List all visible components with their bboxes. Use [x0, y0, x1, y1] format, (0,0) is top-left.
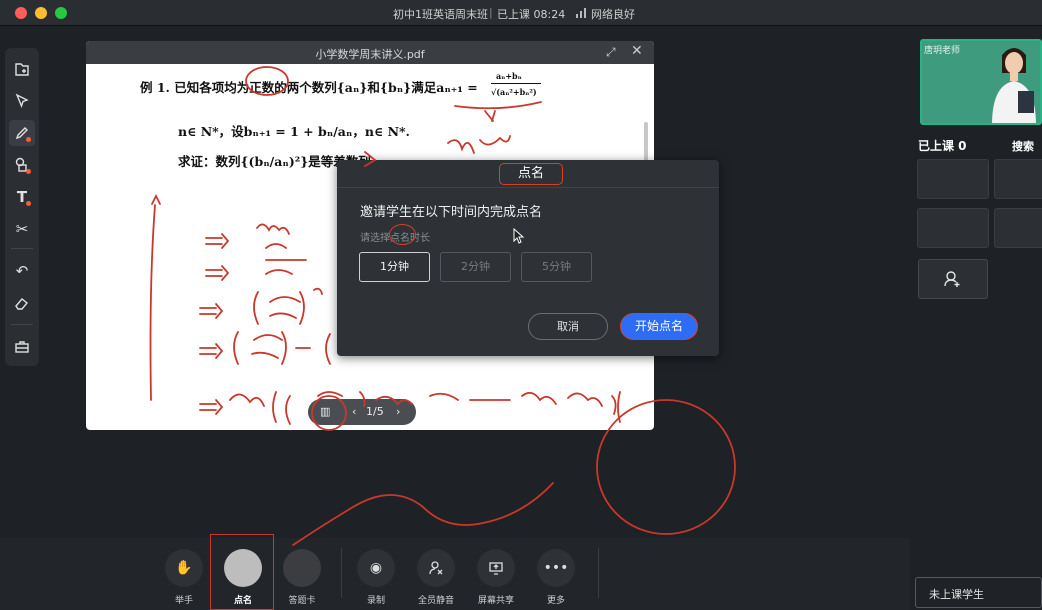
duration-2min-button[interactable]: 2分钟 — [440, 252, 511, 282]
pdf-title-bar: 小学数学周末讲义.pdf ⤢ ✕ — [86, 41, 654, 64]
answer-card-label: 答题卡 — [288, 596, 316, 606]
fraction-denominator: √(aₙ²+bₙ²) — [491, 87, 537, 97]
duration-5min-button[interactable]: 5分钟 — [521, 252, 592, 282]
record-icon: ◉ — [357, 549, 395, 587]
dialog-prompt: 邀请学生在以下时间内完成点名 — [360, 205, 543, 220]
more-label: 更多 — [546, 596, 565, 606]
problem-line-1: 例 1. 已知各项均为正数的两个数列{aₙ}和{bₙ}满足aₙ₊₁ = — [140, 80, 478, 95]
page-navigator: ▥ ‹ 1/5 › — [308, 399, 416, 425]
prev-page-icon[interactable]: ‹ — [352, 405, 356, 418]
screen-share-button[interactable]: 屏幕共享 — [468, 544, 524, 608]
mute-all-icon — [417, 549, 455, 587]
more-button[interactable]: ••• 更多 — [528, 544, 584, 608]
expand-icon[interactable]: ⤢ — [606, 45, 616, 60]
class-title: 初中1班英语周末班 — [393, 8, 488, 21]
not-joined-students-button[interactable]: 未上课学生 — [915, 577, 1042, 608]
cancel-button[interactable]: 取消 — [528, 313, 608, 340]
dialog-title: 点名 — [499, 163, 563, 185]
teacher-avatar — [984, 41, 1040, 123]
pen-icon[interactable] — [9, 120, 35, 146]
raise-hand-icon: ✋ — [165, 549, 203, 587]
pdf-filename: 小学数学周末讲义.pdf — [315, 48, 425, 61]
bottom-control-bar: ✋ 举手 点名 答题卡 ◉ 录制 全员静音 屏幕共享 ••• 更多 — [0, 538, 910, 610]
answer-card-button[interactable]: 答题卡 — [274, 544, 330, 608]
duration-1min-button[interactable]: 1分钟 — [359, 252, 430, 282]
add-user-icon — [944, 271, 960, 287]
annotation-highlight-box — [210, 534, 274, 610]
classroom-app: 初中1班英语周末班 | 已上课 08:24 网络良好 T ✂ ↶ 小学数学周末讲… — [0, 0, 1042, 610]
roll-call-dialog: 点名 邀请学生在以下时间内完成点名 请选择点名时长 1分钟 2分钟 5分钟 取消… — [337, 160, 719, 356]
start-roll-call-button[interactable]: 开始点名 — [620, 313, 698, 340]
minimize-window-button[interactable] — [35, 7, 47, 19]
problem-line-2: n∈ N*，设bₙ₊₁ = 1 + bₙ/aₙ，n∈ N*. — [178, 124, 410, 139]
sidebar-toggle-icon[interactable]: ▥ — [320, 405, 330, 418]
mute-all-label: 全员静音 — [417, 596, 454, 606]
record-button[interactable]: ◉ 录制 — [348, 544, 404, 608]
student-seat[interactable] — [994, 159, 1042, 199]
network-status: 网络良好 — [591, 8, 635, 21]
class-count: 已上课 0 — [918, 139, 967, 153]
undo-icon[interactable]: ↶ — [9, 258, 35, 284]
answer-card-icon — [283, 549, 321, 587]
select-icon[interactable] — [9, 88, 35, 114]
page-indicator: 1/5 — [366, 405, 384, 418]
fraction-numerator: aₙ+bₙ — [496, 71, 522, 81]
record-label: 录制 — [366, 596, 385, 606]
title-separator: | — [489, 6, 493, 19]
raise-hand-button[interactable]: ✋ 举手 — [156, 544, 212, 608]
close-window-button[interactable] — [15, 7, 27, 19]
shapes-icon[interactable] — [9, 152, 35, 178]
next-page-icon[interactable]: › — [396, 405, 400, 418]
eraser-icon[interactable] — [9, 290, 35, 316]
search-link[interactable]: 搜索 — [1012, 138, 1034, 154]
scissors-icon[interactable]: ✂ — [9, 216, 35, 242]
more-icon: ••• — [537, 549, 575, 587]
annotation-circle — [389, 224, 416, 245]
dialog-header: 点名 — [337, 160, 719, 188]
teacher-video[interactable]: 唐玥老师 — [920, 39, 1042, 125]
mute-all-button[interactable]: 全员静音 — [408, 544, 464, 608]
student-seat[interactable] — [917, 208, 989, 248]
mouse-cursor-icon — [513, 227, 525, 248]
zoom-window-button[interactable] — [55, 7, 67, 19]
add-student-button[interactable] — [918, 259, 988, 299]
screen-share-label: 屏幕共享 — [477, 596, 514, 606]
teacher-name: 唐玥老师 — [924, 46, 961, 56]
student-seat[interactable] — [994, 208, 1042, 248]
import-icon[interactable] — [9, 56, 35, 82]
class-status: 已上课 08:24 — [497, 8, 566, 21]
raise-hand-label: 举手 — [174, 596, 193, 606]
whiteboard-toolbar: T ✂ ↶ — [5, 48, 39, 366]
text-icon[interactable]: T — [9, 184, 35, 210]
screen-share-icon — [477, 549, 515, 587]
signal-icon — [576, 8, 588, 18]
toolbox-icon[interactable] — [9, 334, 35, 360]
student-seat[interactable] — [917, 159, 989, 199]
title-bar: 初中1班英语周末班 | 已上课 08:24 网络良好 — [0, 0, 1042, 26]
close-icon[interactable]: ✕ — [631, 43, 643, 59]
